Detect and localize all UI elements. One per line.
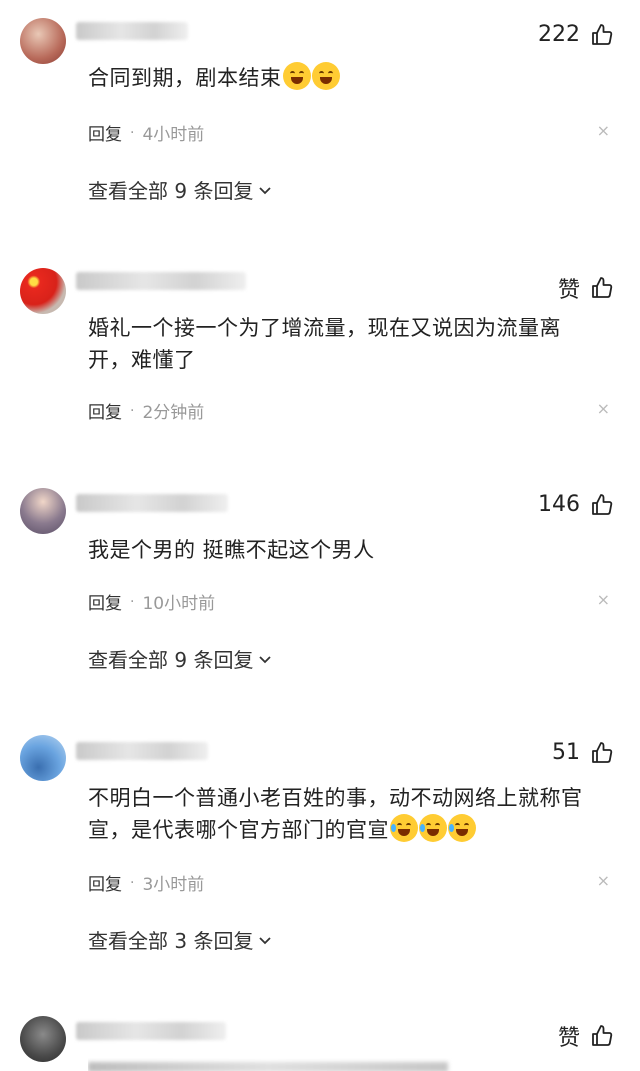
comment-text: 婚礼一个接一个为了增流量，现在又说因为流量离开，难懂了	[88, 316, 561, 372]
separator-dot: ·	[130, 402, 135, 419]
view-all-replies-button[interactable]: 查看全部 9 条回复	[88, 644, 273, 673]
avatar[interactable]	[20, 268, 66, 314]
avatar[interactable]	[20, 18, 66, 64]
like-button[interactable]: 赞	[558, 1020, 614, 1052]
chevron-down-icon	[259, 655, 272, 663]
reply-button[interactable]: 回复	[88, 120, 122, 145]
timestamp: 4小时前	[142, 125, 205, 145]
close-icon[interactable]: ×	[597, 590, 610, 609]
like-button[interactable]: 222	[538, 22, 614, 47]
comment-text: 不明白一个普通小老百姓的事，动不动网络上就称官宣，是代表哪个官方部门的官宣	[88, 786, 583, 842]
thumbs-up-icon	[592, 23, 613, 45]
comment-meta: 回复 · 3小时前	[88, 870, 205, 896]
thumbs-up-icon	[592, 1025, 613, 1046]
laughing-emoji-icon	[282, 62, 311, 90]
comment-meta: 回复 · 2分钟前	[88, 398, 205, 424]
crying-laughing-emoji-icon	[390, 814, 418, 842]
username-blurred[interactable]	[76, 742, 208, 760]
like-button[interactable]: 51	[552, 740, 614, 765]
close-icon[interactable]: ×	[597, 871, 610, 890]
avatar[interactable]	[20, 1016, 66, 1062]
username-blurred[interactable]	[76, 22, 188, 40]
close-icon[interactable]: ×	[597, 399, 610, 418]
separator-dot: ·	[130, 874, 135, 891]
laughing-emoji-icon	[311, 62, 340, 90]
close-icon[interactable]: ×	[597, 121, 610, 140]
comment-text-cut-off	[88, 1058, 598, 1071]
like-count: 51	[552, 740, 580, 765]
comment-meta: 回复 · 10小时前	[88, 589, 216, 615]
crying-laughing-emoji-icon	[419, 814, 447, 842]
view-all-replies-button[interactable]: 查看全部 9 条回复	[88, 175, 273, 204]
like-button[interactable]: 赞	[558, 272, 614, 304]
crying-laughing-emoji-icon	[448, 814, 476, 842]
like-count: 赞	[557, 278, 580, 303]
reply-button[interactable]: 回复	[88, 398, 122, 423]
reply-button[interactable]: 回复	[88, 870, 122, 895]
like-count: 赞	[557, 1026, 580, 1051]
thumbs-up-icon	[592, 277, 613, 298]
timestamp: 10小时前	[142, 594, 216, 614]
chevron-down-icon	[259, 186, 272, 194]
timestamp: 2分钟前	[142, 403, 205, 423]
view-all-replies-button[interactable]: 查看全部 3 条回复	[88, 925, 273, 954]
thumbs-up-icon	[592, 741, 613, 763]
separator-dot: ·	[130, 124, 135, 141]
username-blurred[interactable]	[76, 494, 228, 512]
timestamp: 3小时前	[142, 875, 205, 895]
comment-text: 我是个男的 挺瞧不起这个男人	[88, 538, 375, 562]
thumbs-up-icon	[592, 493, 613, 515]
like-count: 146	[538, 492, 580, 517]
reply-button[interactable]: 回复	[88, 589, 122, 614]
like-button[interactable]: 146	[538, 492, 614, 517]
separator-dot: ·	[130, 593, 135, 610]
avatar[interactable]	[20, 488, 66, 534]
chevron-down-icon	[259, 936, 272, 944]
username-blurred[interactable]	[76, 1022, 226, 1040]
avatar[interactable]	[20, 735, 66, 781]
username-blurred[interactable]	[76, 272, 246, 290]
like-count: 222	[538, 22, 580, 47]
comment-meta: 回复 · 4小时前	[88, 120, 205, 146]
comment-text: 合同到期，剧本结束	[88, 62, 598, 94]
